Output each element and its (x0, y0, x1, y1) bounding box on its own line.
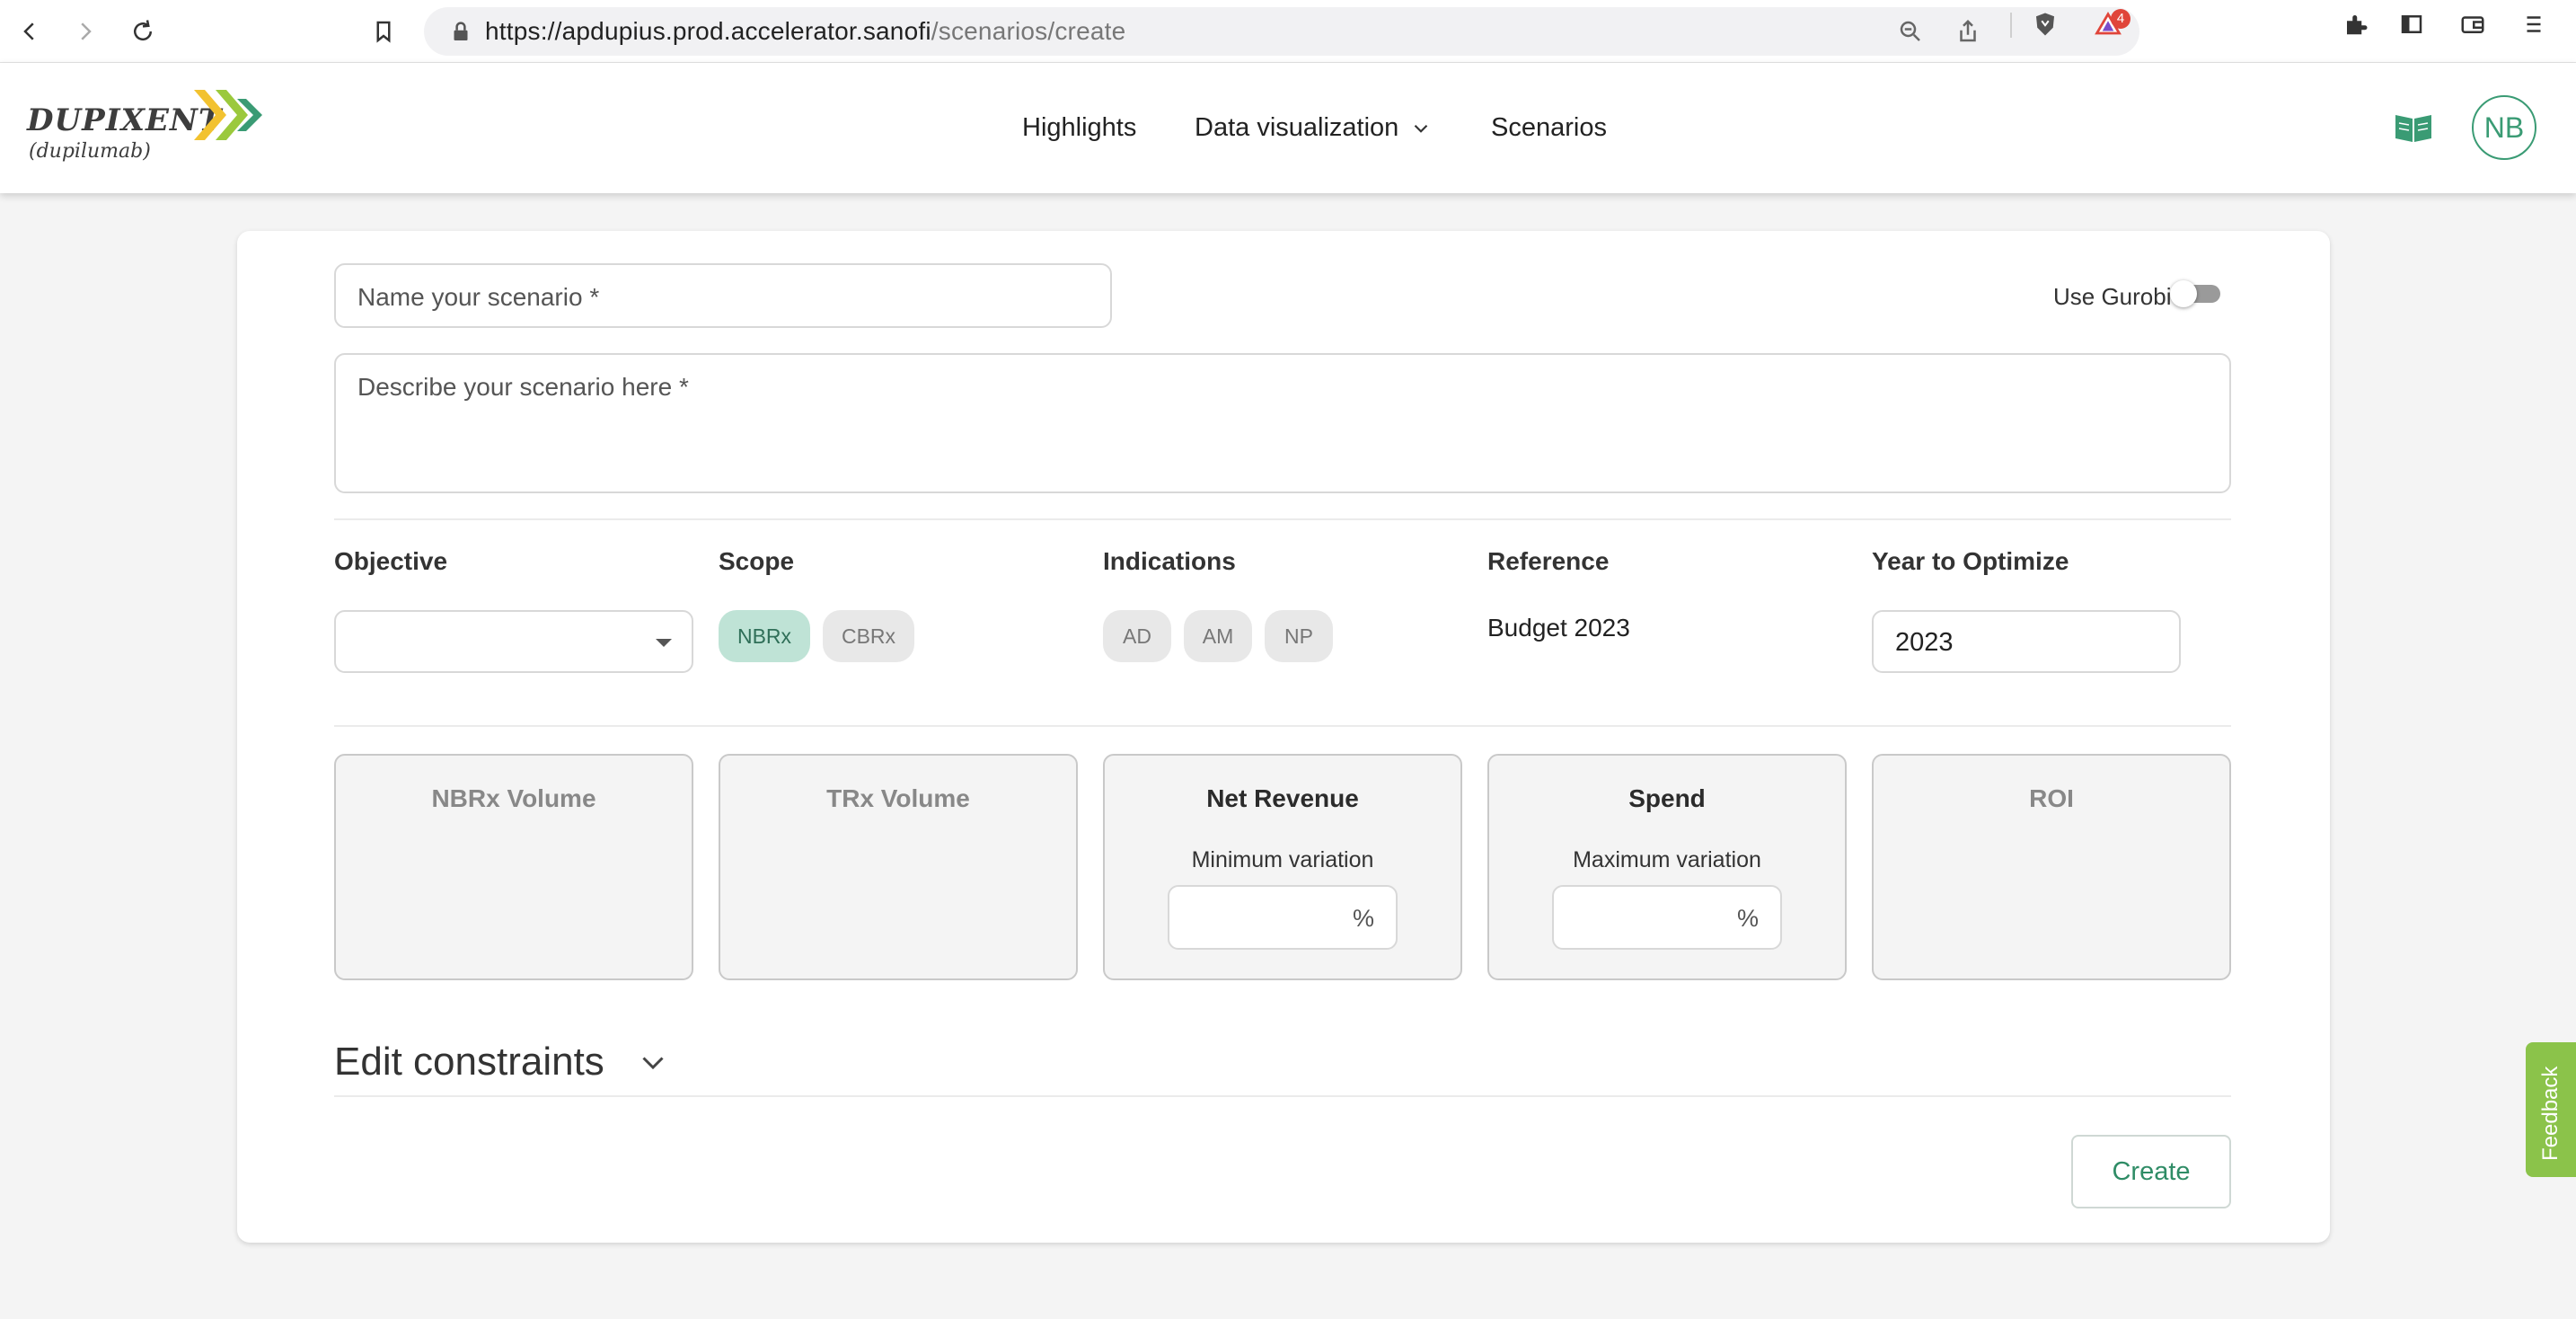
scope-chip-nbrx[interactable]: NBRx (719, 610, 810, 662)
indication-chip-ad[interactable]: AD (1103, 610, 1171, 662)
scenario-description-input[interactable]: Describe your scenario here * (334, 353, 2231, 493)
kpi-card-net-revenue[interactable]: Net Revenue Minimum variation % (1103, 754, 1462, 980)
kpi-card-trx-volume[interactable]: TRx Volume (719, 754, 1078, 980)
lock-icon (454, 22, 468, 40)
use-gurobi-label: Use Gurobi (2053, 283, 2172, 310)
nav-data-visualization[interactable]: Data visualization (1195, 63, 1433, 193)
brave-shield-icon[interactable] (2032, 11, 2059, 38)
year-input[interactable]: 2023 (1872, 610, 2181, 673)
toggle-knob (2170, 280, 2197, 307)
indication-chip-np[interactable]: NP (1265, 610, 1333, 662)
spend-variation-input[interactable]: % (1552, 885, 1782, 950)
menu-icon[interactable] (2520, 11, 2547, 38)
dupixent-logo[interactable]: DUPIXENT (dupilumab) (27, 86, 262, 176)
use-gurobi-toggle[interactable] (2170, 280, 2220, 307)
divider (334, 518, 2231, 520)
chevron-down-icon (642, 1057, 664, 1070)
kpi-card-nbrx-volume[interactable]: NBRx Volume (334, 754, 693, 980)
bookmark-icon[interactable] (363, 11, 404, 52)
zoom-out-icon[interactable] (1897, 18, 1924, 45)
toolbar-separator (2010, 13, 2012, 38)
divider (334, 725, 2231, 727)
reference-value: Budget 2023 (1487, 614, 1630, 642)
feedback-tab[interactable]: Feedback (2526, 1042, 2576, 1177)
edit-constraints-toggle[interactable]: Edit constraints (334, 1040, 669, 1084)
objective-select[interactable] (334, 610, 693, 673)
scope-chip-cbrx[interactable]: CBRx (823, 610, 914, 662)
reload-icon[interactable] (122, 11, 163, 52)
user-avatar[interactable]: NB (2472, 95, 2536, 160)
book-icon[interactable] (2393, 110, 2434, 146)
browser-toolbar: https://apdupius.prod.accelerator.sanofi… (0, 0, 2576, 63)
divider (334, 1095, 2231, 1097)
share-icon[interactable] (1954, 18, 1981, 45)
scope-label: Scope (719, 547, 795, 575)
kpi-card-spend[interactable]: Spend Maximum variation % (1487, 754, 1847, 980)
year-label: Year to Optimize (1872, 547, 2069, 575)
caret-down-icon (656, 639, 672, 647)
net-revenue-variation-input[interactable]: % (1168, 885, 1398, 950)
indication-chip-am[interactable]: AM (1184, 610, 1252, 662)
objective-label: Objective (334, 547, 448, 575)
indications-label: Indications (1103, 547, 1236, 575)
url-text: https://apdupius.prod.accelerator.sanofi… (485, 17, 1126, 45)
create-button[interactable]: Create (2071, 1135, 2231, 1208)
nav-highlights[interactable]: Highlights (1022, 63, 1136, 193)
kpi-card-roi[interactable]: ROI (1872, 754, 2231, 980)
app-header: DUPIXENT (dupilumab) Highlights Data vis… (0, 63, 2576, 193)
scenario-form-card: Name your scenario * Use Gurobi Describe… (237, 231, 2330, 1243)
chevron-down-icon (1415, 124, 1428, 133)
logo-chevrons-icon (194, 90, 262, 140)
forward-icon[interactable] (65, 11, 106, 52)
back-icon[interactable] (9, 11, 50, 52)
address-bar[interactable]: https://apdupius.prod.accelerator.sanofi… (424, 7, 2139, 56)
nav-scenarios[interactable]: Scenarios (1491, 63, 1607, 193)
scenario-name-input[interactable]: Name your scenario * (334, 263, 1112, 328)
reference-label: Reference (1487, 547, 1610, 575)
notification-badge: 4 (2111, 9, 2130, 29)
sidebar-icon[interactable] (2398, 11, 2425, 38)
wallet-icon[interactable] (2459, 11, 2486, 38)
extensions-icon[interactable] (2342, 11, 2369, 38)
